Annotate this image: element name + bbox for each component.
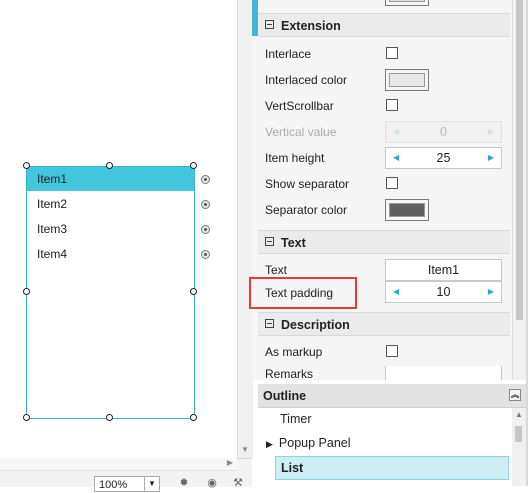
list-item-label: Item1: [37, 172, 68, 186]
color-swatch-partial[interactable]: [385, 0, 429, 6]
vertical-value: 0: [440, 125, 447, 139]
item-height-stepper[interactable]: ◀ 25 ▶: [385, 147, 502, 169]
interlaced-color-swatch[interactable]: [385, 69, 429, 91]
interlace-label: Interlace: [265, 47, 312, 61]
text-label: Text: [265, 263, 288, 277]
as-markup-checkbox[interactable]: [386, 345, 398, 357]
list-item-label: Item4: [37, 247, 68, 261]
resize-handle-bottom-right[interactable]: [190, 414, 197, 421]
scrollbar-thumb[interactable]: [516, 0, 523, 320]
properties-scrollbar[interactable]: [512, 0, 527, 380]
highlight-box: [249, 277, 357, 309]
item-connector-icon[interactable]: [201, 200, 210, 209]
resize-handle-right[interactable]: [190, 288, 197, 295]
resize-handle-top-left[interactable]: [23, 162, 30, 169]
scroll-down-arrow-icon[interactable]: ▼: [241, 445, 249, 454]
chevron-down-icon[interactable]: ▼: [144, 477, 159, 491]
scroll-right-arrow-icon[interactable]: ▶: [227, 458, 233, 467]
item-connector-icon[interactable]: [201, 250, 210, 259]
text-field[interactable]: Item1: [385, 259, 502, 281]
remarks-field[interactable]: [385, 366, 502, 380]
resize-handle-top-right[interactable]: [190, 162, 197, 169]
expand-arrow-icon[interactable]: ▶: [266, 439, 273, 449]
separator-color-label: Separator color: [265, 203, 348, 217]
spin-right-icon[interactable]: ▶: [488, 148, 494, 168]
list-item-3[interactable]: Item3: [27, 217, 194, 241]
item-connector-icon[interactable]: [201, 225, 210, 234]
section-header-text[interactable]: Text: [258, 230, 510, 254]
vertscrollbar-label: VertScrollbar: [265, 99, 334, 113]
list-item-4[interactable]: Item4: [27, 242, 194, 266]
item-connector-icon[interactable]: [201, 175, 210, 184]
scrollbar-thumb[interactable]: [515, 426, 522, 442]
show-separator-label: Show separator: [265, 177, 350, 191]
zoom-select[interactable]: 100% ▼: [94, 476, 160, 492]
list-item-label: Item3: [37, 222, 68, 236]
wrench-icon[interactable]: ⚒: [230, 476, 246, 489]
outline-item-list[interactable]: List: [275, 456, 509, 480]
section-header-description[interactable]: Description: [258, 312, 510, 336]
show-separator-checkbox[interactable]: [386, 177, 398, 189]
section-title: Text: [281, 236, 306, 250]
interlace-checkbox[interactable]: [386, 47, 398, 59]
as-markup-label: As markup: [265, 345, 323, 359]
text-padding-stepper[interactable]: ◀ 10 ▶: [385, 281, 502, 303]
spin-right-icon: ▶: [487, 127, 494, 136]
outline-item-label: List: [281, 461, 304, 475]
item-height-label: Item height: [265, 151, 325, 165]
canvas-vertical-scrollbar[interactable]: ▼: [237, 0, 253, 458]
section-title: Description: [281, 318, 350, 332]
gear-icon[interactable]: ✹: [176, 476, 192, 489]
collapse-panel-icon[interactable]: ︽: [509, 389, 521, 401]
outline-item-label: Popup Panel: [278, 436, 351, 450]
item-height-value[interactable]: 25: [386, 148, 501, 168]
collapse-icon[interactable]: [265, 20, 274, 29]
remarks-label: Remarks: [265, 367, 314, 380]
separator-color-swatch[interactable]: [385, 199, 429, 221]
vertical-value-stepper: ◀ 0 ▶: [385, 121, 502, 143]
outline-item-popup-panel[interactable]: ▶ Popup Panel: [266, 432, 351, 454]
section-title: Extension: [281, 19, 341, 33]
outline-item-timer[interactable]: Timer: [280, 408, 311, 430]
vertscrollbar-checkbox[interactable]: [386, 99, 398, 111]
list-item-2[interactable]: Item2: [27, 192, 194, 216]
outline-scrollbar[interactable]: ▲: [512, 408, 526, 486]
remarks-row: Remarks: [258, 366, 510, 380]
collapse-icon[interactable]: [265, 319, 274, 328]
section-header-extension[interactable]: Extension: [258, 13, 510, 37]
collapse-icon[interactable]: [265, 237, 274, 246]
eye-icon[interactable]: ◉: [204, 476, 220, 489]
list-item-1[interactable]: Item1: [27, 167, 194, 191]
canvas-horizontal-scrollbar[interactable]: ▶: [0, 458, 237, 471]
list-widget[interactable]: Item1 Item2 Item3 Item4: [26, 166, 195, 419]
text-padding-value[interactable]: 10: [386, 282, 501, 302]
interlaced-color-label: Interlaced color: [265, 73, 348, 87]
resize-handle-left[interactable]: [23, 288, 30, 295]
resize-handle-top[interactable]: [106, 162, 113, 169]
outline-title: Outline: [263, 389, 307, 403]
resize-handle-bottom-left[interactable]: [23, 414, 30, 421]
outline-item-label: Timer: [280, 412, 312, 426]
spin-right-icon[interactable]: ▶: [488, 282, 494, 302]
zoom-value: 100%: [99, 479, 128, 491]
resize-handle-bottom[interactable]: [106, 414, 113, 421]
list-item-label: Item2: [37, 197, 68, 211]
vertical-value-label: Vertical value: [265, 125, 337, 139]
outline-header: Outline ︽: [258, 384, 528, 408]
scroll-up-arrow-icon[interactable]: ▲: [515, 410, 523, 419]
